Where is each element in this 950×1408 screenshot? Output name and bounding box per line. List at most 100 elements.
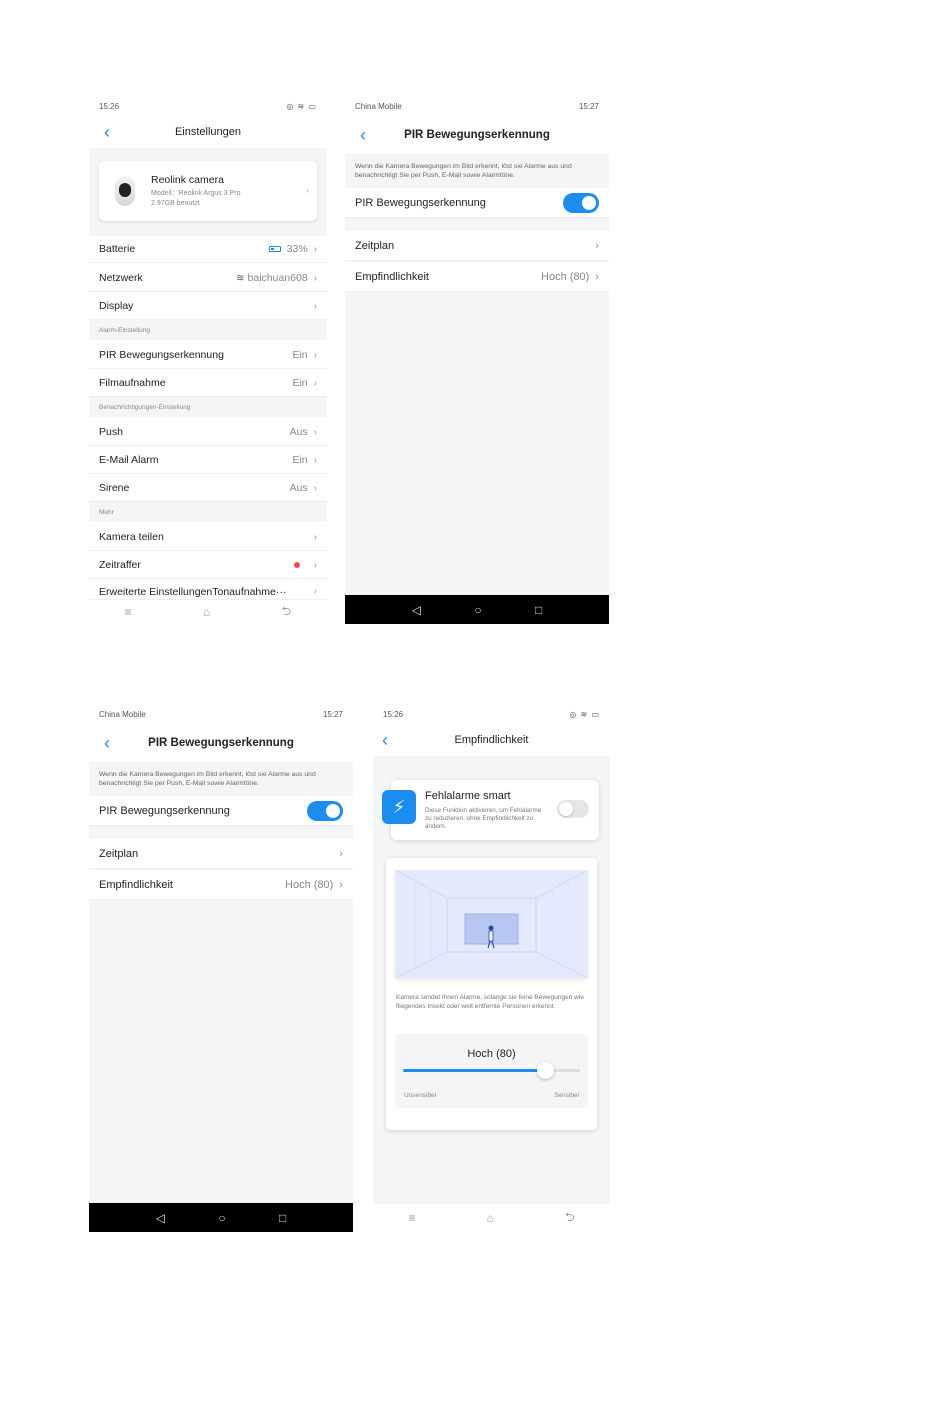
pir-description: Wenn die Kamera Bewegungen im Bild erken… xyxy=(345,154,609,186)
row-label: PIR Bewegungserkennung xyxy=(355,196,486,209)
circle-home-icon[interactable]: ○ xyxy=(218,1211,225,1225)
status-carrier: China Mobile xyxy=(99,709,146,719)
system-nav-bar: ◁ ○ □ xyxy=(345,595,609,624)
row-label: Empfindlichkeit xyxy=(355,270,429,283)
row-value: Ein xyxy=(292,377,308,389)
triangle-back-icon[interactable]: ◁ xyxy=(412,603,421,617)
settings-screen: 15:26 ◎ ≋ ▭ ‹ Einstellungen Reolink came… xyxy=(89,96,327,624)
row-label: Netzwerk xyxy=(99,272,143,284)
menu-icon[interactable]: ≡ xyxy=(409,1211,416,1225)
status-icons: ◎ ≋ ▭ xyxy=(569,709,600,719)
circle-home-icon[interactable]: ○ xyxy=(474,603,481,617)
smart-description: Diese Funktion aktivieren, um Fehlalarme… xyxy=(425,807,542,830)
status-time: 15:27 xyxy=(578,101,599,111)
row-push[interactable]: Push Aus › xyxy=(89,419,327,446)
smart-alarm-toggle[interactable] xyxy=(557,800,589,818)
system-nav-bar: ≡ ⌂ ⮌ xyxy=(89,600,327,624)
sensitivity-slider-box: Hoch (80) Unsensibel Sensibel xyxy=(395,1034,588,1108)
device-storage: 2.97GB benutzt xyxy=(151,199,200,207)
menu-icon[interactable]: ≡ xyxy=(125,605,132,619)
smart-alarm-card: Fehlalarme smart Diese Funktion aktivier… xyxy=(391,780,599,840)
slider-thumb[interactable] xyxy=(536,1062,554,1079)
row-pir-toggle: PIR Bewegungserkennung xyxy=(345,188,609,218)
triangle-back-icon[interactable]: ◁ xyxy=(156,1211,165,1225)
status-time: 15:27 xyxy=(322,709,343,719)
row-value: Aus xyxy=(289,426,308,438)
sensitivity-card: Kamera sendet Ihnen Alarme, solange sie … xyxy=(386,858,597,1130)
home-icon[interactable]: ⌂ xyxy=(487,1211,494,1225)
row-pir-toggle: PIR Bewegungserkennung xyxy=(89,796,353,826)
row-label: Sirene xyxy=(99,482,130,494)
device-model: Modell：Reolink Argus 3 Pro xyxy=(151,189,241,197)
chevron-right-icon: › xyxy=(313,300,317,312)
row-sensitivity[interactable]: Empfindlichkeit Hoch (80) › xyxy=(89,870,353,900)
status-time: 15:26 xyxy=(383,709,404,719)
battery-icon xyxy=(268,246,281,252)
row-value: 33% xyxy=(286,243,308,255)
row-label: Batterie xyxy=(99,243,136,255)
row-label: Filmaufnahme xyxy=(99,377,166,389)
section-alarm: Alarm-Einstellung xyxy=(89,320,327,340)
square-recents-icon[interactable]: □ xyxy=(535,603,542,617)
row-network[interactable]: Netzwerk ≋ baichuan608 › xyxy=(89,265,327,292)
chevron-right-icon: › xyxy=(313,377,317,389)
system-nav-bar: ≡ ⌂ ⮌ xyxy=(373,1204,610,1232)
row-siren[interactable]: Sirene Aus › xyxy=(89,475,327,502)
section-more: Mehr xyxy=(89,502,327,522)
back-arrow-icon[interactable]: ‹ xyxy=(353,124,373,146)
corridor-illustration xyxy=(394,869,589,979)
row-label: Erweiterte EinstellungenTonaufnahme··· xyxy=(99,586,287,598)
status-bar: 15:26 ◎ ≋ ▭ xyxy=(89,96,327,116)
section-notifications: Benachrichtigungen-Einstellung xyxy=(89,397,327,417)
row-recording[interactable]: Filmaufnahme Ein › xyxy=(89,370,327,397)
sensitivity-slider[interactable] xyxy=(403,1062,580,1079)
system-nav-bar: ◁ ○ □ xyxy=(89,1203,353,1232)
wifi-icon: ≋ xyxy=(236,272,245,284)
row-value: baichuan608 xyxy=(247,272,308,284)
slider-value-label: Hoch (80) xyxy=(467,1048,516,1060)
pir-screen: China Mobile 15:27 ‹ PIR Bewegungserkenn… xyxy=(89,704,353,1232)
row-battery[interactable]: Batterie 33% › xyxy=(89,236,327,263)
home-icon[interactable]: ⌂ xyxy=(203,605,210,619)
return-icon[interactable]: ⮌ xyxy=(282,602,292,623)
row-share-camera[interactable]: Kamera teilen › xyxy=(89,524,327,551)
row-schedule[interactable]: Zeitplan › xyxy=(345,231,609,261)
page-title: PIR Bewegungserkennung xyxy=(404,129,550,141)
row-value: Hoch (80) xyxy=(285,878,334,891)
row-label: PIR Bewegungserkennung xyxy=(99,804,230,817)
row-pir[interactable]: PIR Bewegungserkennung Ein › xyxy=(89,342,327,369)
pir-toggle[interactable] xyxy=(307,800,343,821)
slider-fill xyxy=(403,1069,545,1072)
status-carrier: China Mobile xyxy=(355,101,402,111)
status-bar: 15:26 ◎ ≋ ▭ xyxy=(373,704,610,724)
pir-toggle[interactable] xyxy=(563,192,599,213)
status-time: 15:26 xyxy=(99,101,120,111)
row-schedule[interactable]: Zeitplan › xyxy=(89,839,353,869)
status-bar: China Mobile 15:27 xyxy=(89,704,353,724)
chevron-right-icon: › xyxy=(313,531,317,543)
chevron-right-icon: › xyxy=(313,559,317,571)
row-label: Display xyxy=(99,300,134,312)
row-timelapse[interactable]: Zeitraffer › xyxy=(89,552,327,579)
slider-min-label: Unsensibel xyxy=(404,1092,437,1099)
back-arrow-icon[interactable]: ‹ xyxy=(97,732,117,754)
running-person-icon: ⚡ xyxy=(382,790,416,824)
row-value: Ein xyxy=(292,454,308,466)
nav-bar: ‹ Einstellungen xyxy=(89,116,327,148)
back-arrow-icon[interactable]: ‹ xyxy=(375,729,395,751)
new-badge-dot xyxy=(293,562,300,568)
square-recents-icon[interactable]: □ xyxy=(279,1211,286,1225)
row-label: Zeitplan xyxy=(355,239,395,252)
camera-icon xyxy=(115,176,135,206)
row-display[interactable]: Display › xyxy=(89,293,327,320)
chevron-right-icon: › xyxy=(313,482,317,494)
row-label: Push xyxy=(99,426,123,438)
status-bar: China Mobile 15:27 xyxy=(345,96,609,116)
row-advanced[interactable]: Erweiterte EinstellungenTonaufnahme··· › xyxy=(89,580,327,600)
device-card[interactable]: Reolink camera Modell：Reolink Argus 3 Pr… xyxy=(99,161,317,221)
row-sensitivity[interactable]: Empfindlichkeit Hoch (80) › xyxy=(345,262,609,292)
return-icon[interactable]: ⮌ xyxy=(565,1208,575,1229)
chevron-right-icon: › xyxy=(339,847,343,860)
row-email[interactable]: E-Mail Alarm Ein › xyxy=(89,447,327,474)
back-arrow-icon[interactable]: ‹ xyxy=(97,121,117,143)
